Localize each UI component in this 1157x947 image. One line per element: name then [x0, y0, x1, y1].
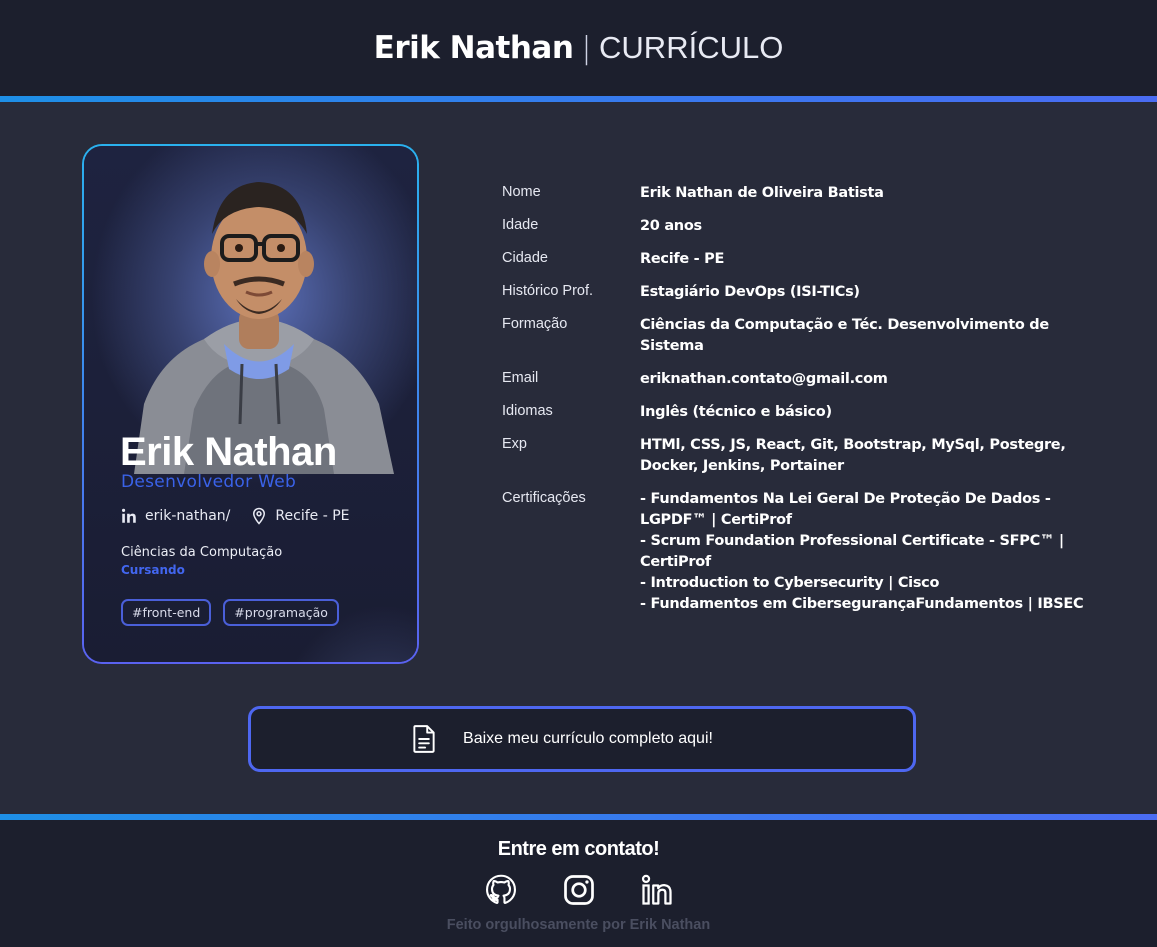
info-label: Idiomas — [502, 403, 553, 419]
info-label: Cidade — [502, 250, 548, 266]
info-value-line: Ciências da Computação e Téc. Desenvolvi… — [640, 317, 1049, 333]
location-pin-icon — [253, 507, 266, 525]
info-label: Email — [502, 370, 539, 386]
card-tags: #front-end #programação — [121, 599, 351, 626]
info-value-line: - Scrum Foundation Professional Certific… — [640, 533, 1064, 549]
tag-front-end: #front-end — [121, 599, 212, 626]
info-value: Estagiário DevOps (ISI-TICs) — [640, 282, 860, 303]
info-label: Histórico Prof. — [502, 283, 594, 299]
card-name: Erik Nathan — [120, 430, 337, 474]
info-row-certificacoes: Certificações - Fundamentos Na Lei Geral… — [502, 489, 1092, 615]
info-value: eriknathan.contato@gmail.com — [640, 369, 888, 390]
avatar — [124, 174, 394, 474]
info-label: Certificações — [502, 490, 586, 506]
linkedin-icon — [121, 508, 136, 523]
info-row-cidade: Cidade Recife - PE — [502, 249, 1092, 270]
github-icon[interactable] — [483, 872, 519, 908]
location: Recife - PE — [250, 507, 350, 525]
info-label: Exp — [502, 436, 527, 452]
info-label: Idade — [502, 217, 539, 233]
info-row-email: Email eriknathan.contato@gmail.com — [502, 369, 1092, 390]
info-value: Recife - PE — [640, 249, 724, 270]
tag-programacao: #programação — [223, 599, 339, 626]
footer-title: Entre em contato! — [497, 838, 660, 860]
header-accent-bar — [0, 96, 1157, 102]
download-resume-button[interactable]: Baixe meu currículo completo aqui! — [248, 706, 916, 772]
linkedin-link[interactable]: erik-nathan/ — [120, 507, 230, 525]
info-row-idade: Idade 20 anos — [502, 216, 1092, 237]
info-value: Erik Nathan de Oliveira Batista — [640, 183, 884, 204]
info-row-nome: Nome Erik Nathan de Oliveira Batista — [502, 183, 1092, 204]
info-value-line: CertiProf — [640, 554, 711, 570]
download-label: Baixe meu currículo completo aqui! — [463, 730, 713, 747]
info-list: Nome Erik Nathan de Oliveira Batista Ida… — [502, 183, 1092, 627]
linkedin-handle: erik-nathan/ — [145, 508, 231, 524]
info-value-line: Sistema — [640, 338, 704, 354]
header-subtitle: CURRÍCULO — [599, 30, 784, 65]
page-footer: Entre em contato! Feito orgulhosamente p… — [0, 820, 1157, 947]
info-row-idiomas: Idiomas Inglês (técnico e básico) — [502, 402, 1092, 423]
social-links — [0, 872, 1157, 908]
info-value-line: Estagiário DevOps (ISI-TICs) — [640, 284, 860, 300]
info-value-line: 20 anos — [640, 218, 702, 234]
card-course: Ciências da Computação — [121, 545, 283, 560]
info-value: Inglês (técnico e básico) — [640, 402, 832, 423]
info-row-exp: Exp HTMl, CSS, JS, React, Git, Bootstrap… — [502, 435, 1092, 477]
header-separator: | — [581, 30, 592, 66]
info-value: Ciências da Computação e Téc. Desenvolvi… — [640, 315, 1049, 357]
card-status: Cursando — [121, 563, 185, 577]
footer-credit: Feito orgulhosamente por Erik Nathan — [446, 917, 711, 933]
info-value-line: Recife - PE — [640, 251, 725, 267]
info-value-line: - Introduction to Cybersecurity | Cisco — [640, 575, 940, 591]
info-value-line: LGPDF™ | CertiProf — [640, 512, 792, 528]
info-row-formacao: Formação Ciências da Computação e Téc. D… — [502, 315, 1092, 357]
card-role: Desenvolvedor Web — [121, 472, 297, 492]
info-value-line: Inglês (técnico e básico) — [640, 404, 832, 420]
info-value: HTMl, CSS, JS, React, Git, Bootstrap, My… — [640, 435, 1066, 477]
location-text: Recife - PE — [275, 508, 350, 524]
linkedin-icon[interactable] — [639, 872, 675, 908]
info-value-line: - Fundamentos Na Lei Geral De Proteção D… — [640, 491, 1051, 507]
info-value-line: Docker, Jenkins, Portainer — [640, 458, 844, 474]
info-value-line: Erik Nathan de Oliveira Batista — [640, 185, 884, 201]
info-value: 20 anos — [640, 216, 702, 237]
info-label: Formação — [502, 316, 568, 332]
profile-card: Erik Nathan Desenvolvedor Web erik-natha… — [82, 144, 419, 664]
info-value-line: HTMl, CSS, JS, React, Git, Bootstrap, My… — [640, 437, 1066, 453]
info-value-line: - Fundamentos em CibersegurançaFundament… — [640, 596, 1084, 612]
info-row-historico: Histórico Prof. Estagiário DevOps (ISI-T… — [502, 282, 1092, 303]
document-icon — [413, 725, 435, 753]
page-title: Erik Nathan | CURRÍCULO — [374, 30, 784, 66]
header-name: Erik Nathan — [373, 30, 574, 66]
instagram-icon[interactable] — [561, 872, 597, 908]
info-value-line: eriknathan.contato@gmail.com — [640, 371, 888, 387]
card-links: erik-nathan/ Recife - PE — [120, 507, 370, 525]
info-label: Nome — [502, 184, 541, 200]
page-header: Erik Nathan | CURRÍCULO — [0, 0, 1157, 96]
info-value: - Fundamentos Na Lei Geral De Proteção D… — [640, 489, 1084, 615]
